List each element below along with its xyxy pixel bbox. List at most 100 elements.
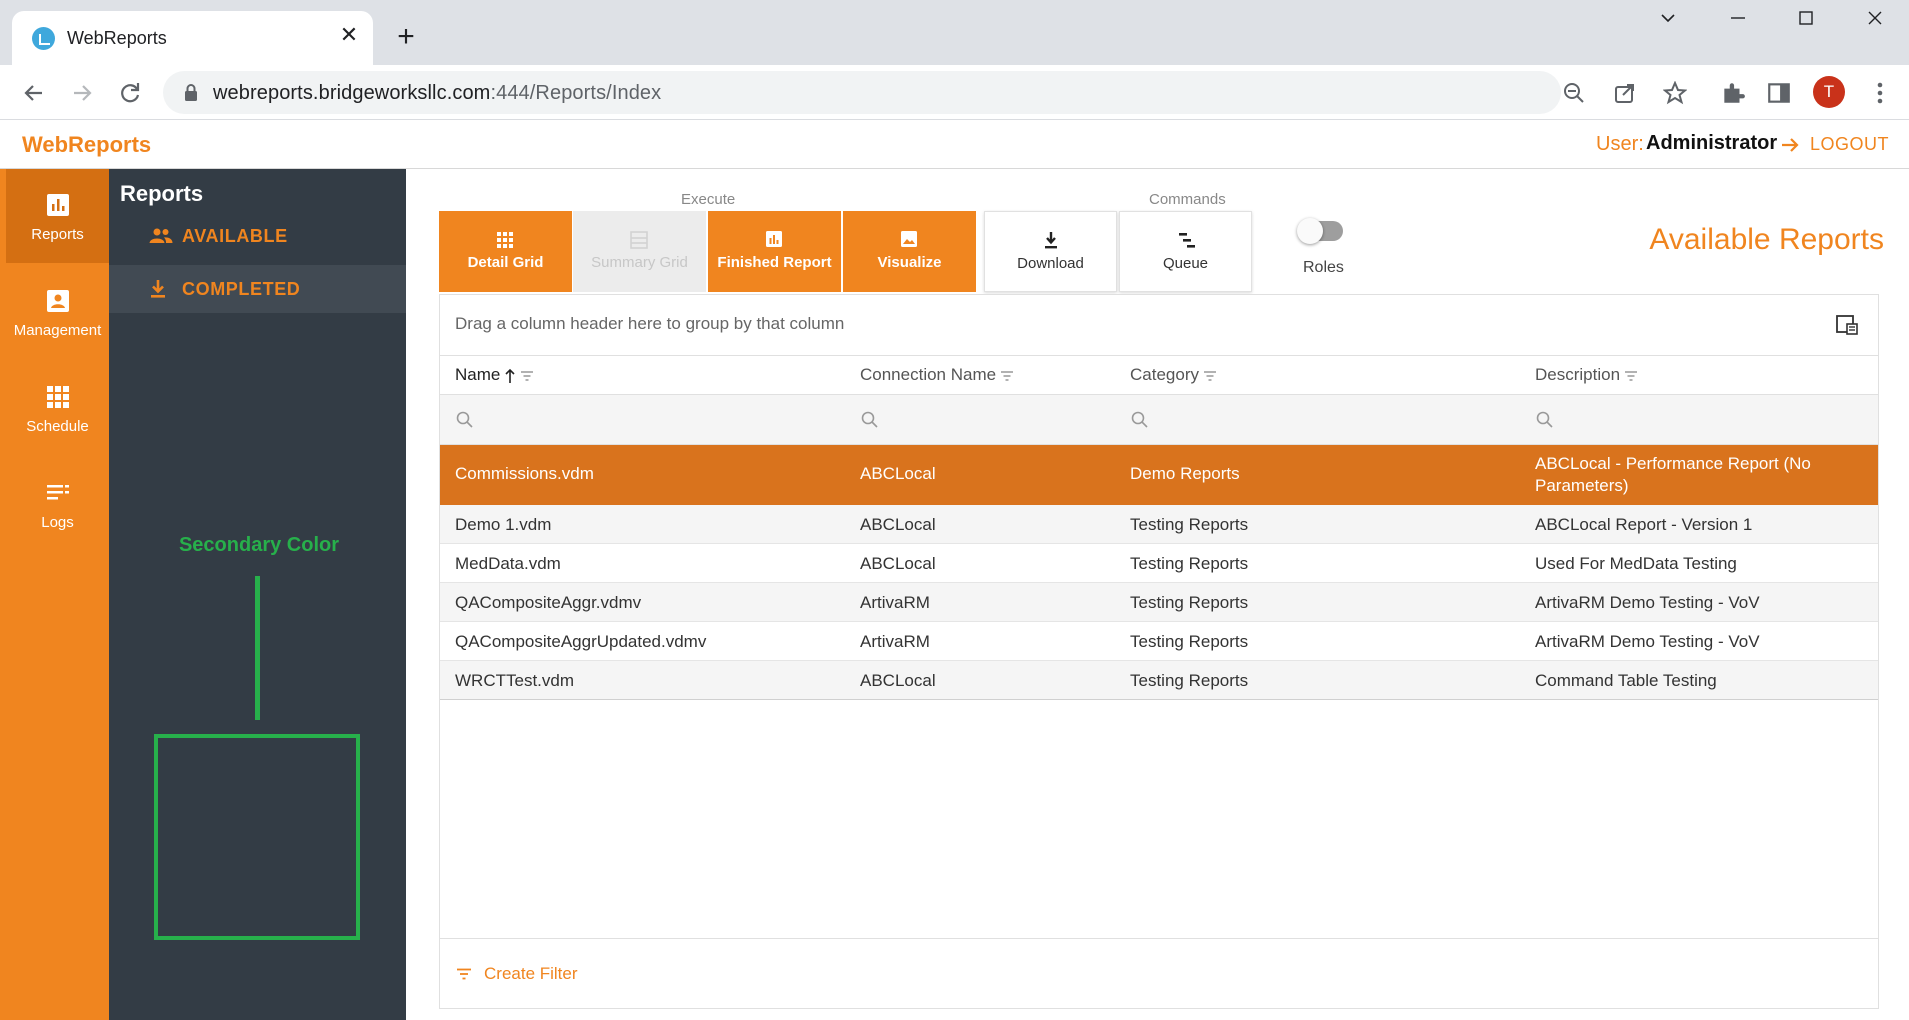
- share-icon[interactable]: [1613, 81, 1637, 105]
- column-header-name[interactable]: Name: [455, 365, 534, 385]
- sidebar-item-available[interactable]: AVAILABLE: [109, 212, 406, 260]
- table-row[interactable]: QACompositeAggrUpdated.vdmv ArtivaRM Tes…: [440, 622, 1878, 661]
- create-filter-link[interactable]: Create Filter: [484, 964, 578, 984]
- rail-item-management[interactable]: Management: [6, 265, 109, 359]
- cell-category: Testing Reports: [1130, 593, 1249, 612]
- maximize-icon[interactable]: [1782, 8, 1830, 40]
- sort-ascending-icon[interactable]: [504, 368, 516, 384]
- annotation-line: [255, 576, 260, 720]
- user-name: Administrator: [1646, 132, 1778, 154]
- filter-name-search-icon[interactable]: [455, 410, 475, 430]
- side-panel-icon[interactable]: [1766, 80, 1792, 106]
- grid-icon: [47, 386, 69, 408]
- rail-item-schedule[interactable]: Schedule: [6, 361, 109, 455]
- cell-name: MedData.vdm: [455, 554, 561, 573]
- detail-grid-button[interactable]: Detail Grid: [439, 211, 572, 292]
- cell-category: Testing Reports: [1130, 632, 1249, 651]
- grid-icon: [497, 232, 513, 248]
- reports-grid: Drag a column header here to group by th…: [439, 294, 1879, 1009]
- back-icon[interactable]: [18, 77, 50, 109]
- download-icon: [151, 280, 165, 298]
- column-header-connection-name[interactable]: Connection Name: [860, 365, 1014, 385]
- filter-category-search-icon[interactable]: [1130, 410, 1150, 430]
- grid-footer: Create Filter: [440, 938, 1878, 1008]
- lock-icon[interactable]: [183, 83, 199, 103]
- column-header-description[interactable]: Description: [1535, 365, 1638, 385]
- sidebar-item-label: COMPLETED: [182, 279, 301, 299]
- column-header-label: Category: [1130, 365, 1199, 384]
- table-row[interactable]: Demo 1.vdm ABCLocal Testing Reports ABCL…: [440, 505, 1878, 544]
- table-row[interactable]: Commissions.vdm ABCLocal Demo Reports AB…: [440, 445, 1878, 505]
- download-button[interactable]: Download: [984, 211, 1117, 292]
- app-header: WebReports User: Administrator LOGOUT: [0, 121, 1909, 169]
- group-panel[interactable]: Drag a column header here to group by th…: [440, 295, 1878, 356]
- cell-category: Testing Reports: [1130, 554, 1249, 573]
- browser-menu-icon[interactable]: [1870, 79, 1890, 107]
- table-row[interactable]: MedData.vdm ABCLocal Testing Reports Use…: [440, 544, 1878, 583]
- url-host: webreports.bridgeworksllc.com: [213, 82, 491, 104]
- filter-description-search-icon[interactable]: [1535, 410, 1555, 430]
- column-header-category[interactable]: Category: [1130, 365, 1217, 385]
- filter-icon[interactable]: [1000, 370, 1014, 382]
- logout-button[interactable]: LOGOUT: [1810, 134, 1889, 155]
- omnibox[interactable]: webreports.bridgeworksllc.com:444/Report…: [163, 71, 1687, 114]
- cell-connection: ABCLocal: [860, 554, 936, 573]
- browser-tab[interactable]: WebReports ✕: [12, 11, 373, 65]
- button-label: Queue: [1162, 255, 1209, 272]
- page-title: Available Reports: [1649, 223, 1884, 256]
- bookmark-star-icon[interactable]: [1663, 81, 1687, 105]
- url-text[interactable]: webreports.bridgeworksllc.com:444/Report…: [213, 82, 661, 105]
- app-brand[interactable]: WebReports: [22, 132, 151, 158]
- filter-icon[interactable]: [1624, 370, 1638, 382]
- chart-icon: [766, 231, 782, 247]
- finished-report-button[interactable]: Finished Report: [708, 211, 841, 292]
- cell-description: Used For MedData Testing: [1535, 554, 1737, 573]
- cell-description: ABCLocal - Performance Report (No Parame…: [1535, 454, 1811, 495]
- rail-item-reports[interactable]: Reports: [6, 169, 109, 263]
- queue-button[interactable]: Queue: [1119, 211, 1252, 292]
- table-row[interactable]: QACompositeAggr.vdmv ArtivaRM Testing Re…: [440, 583, 1878, 622]
- bar-chart-icon: [47, 194, 69, 216]
- summary-grid-button[interactable]: Summary Grid: [573, 211, 706, 292]
- close-window-icon[interactable]: [1851, 8, 1899, 40]
- image-icon: [901, 231, 917, 247]
- cell-description: ArtivaRM Demo Testing - VoV: [1535, 632, 1760, 651]
- profile-avatar[interactable]: T: [1813, 76, 1845, 108]
- close-tab-icon[interactable]: ✕: [337, 23, 361, 47]
- table-row[interactable]: WRCTTest.vdm ABCLocal Testing Reports Co…: [440, 661, 1878, 700]
- sidebar-item-completed[interactable]: COMPLETED: [109, 265, 406, 313]
- execute-group-label: Execute: [681, 191, 736, 208]
- cell-category: Testing Reports: [1130, 671, 1249, 690]
- extensions-puzzle-icon[interactable]: [1720, 80, 1746, 106]
- cell-category: Demo Reports: [1130, 464, 1240, 483]
- filter-icon[interactable]: [1203, 370, 1217, 382]
- list-icon: [47, 485, 69, 500]
- annotation-box: [154, 734, 360, 940]
- tab-search-icon[interactable]: [1644, 8, 1692, 40]
- new-tab-icon[interactable]: +: [390, 22, 422, 54]
- roles-label: Roles: [1303, 259, 1344, 276]
- filter-icon[interactable]: [520, 370, 534, 382]
- visualize-button[interactable]: Visualize: [843, 211, 976, 292]
- button-label: Summary Grid: [591, 254, 688, 271]
- forward-icon[interactable]: [66, 77, 98, 109]
- filter-connection-search-icon[interactable]: [860, 410, 880, 430]
- browser-tab-bar: WebReports ✕ +: [0, 0, 1909, 65]
- rail-item-label: Reports: [31, 226, 84, 243]
- logout-arrow-icon[interactable]: [1779, 134, 1801, 156]
- address-bar-row: webreports.bridgeworksllc.com:444/Report…: [0, 65, 1909, 120]
- roles-toggle[interactable]: [1297, 218, 1343, 244]
- zoom-out-icon[interactable]: [1562, 81, 1586, 105]
- cell-connection: ArtivaRM: [860, 632, 930, 651]
- grid-header-row: Name Connection Name Category Descriptio…: [440, 356, 1878, 395]
- filter-icon[interactable]: [456, 968, 472, 980]
- minimize-icon[interactable]: [1714, 8, 1762, 40]
- sidebar-item-label: AVAILABLE: [182, 226, 288, 246]
- reload-icon[interactable]: [114, 77, 146, 109]
- cell-name: Commissions.vdm: [455, 464, 594, 483]
- column-chooser-icon[interactable]: [1836, 315, 1858, 335]
- button-label: Download: [1017, 255, 1084, 272]
- rail-item-logs[interactable]: Logs: [6, 457, 109, 551]
- cell-name: Demo 1.vdm: [455, 515, 552, 534]
- button-label: Finished Report: [717, 254, 832, 271]
